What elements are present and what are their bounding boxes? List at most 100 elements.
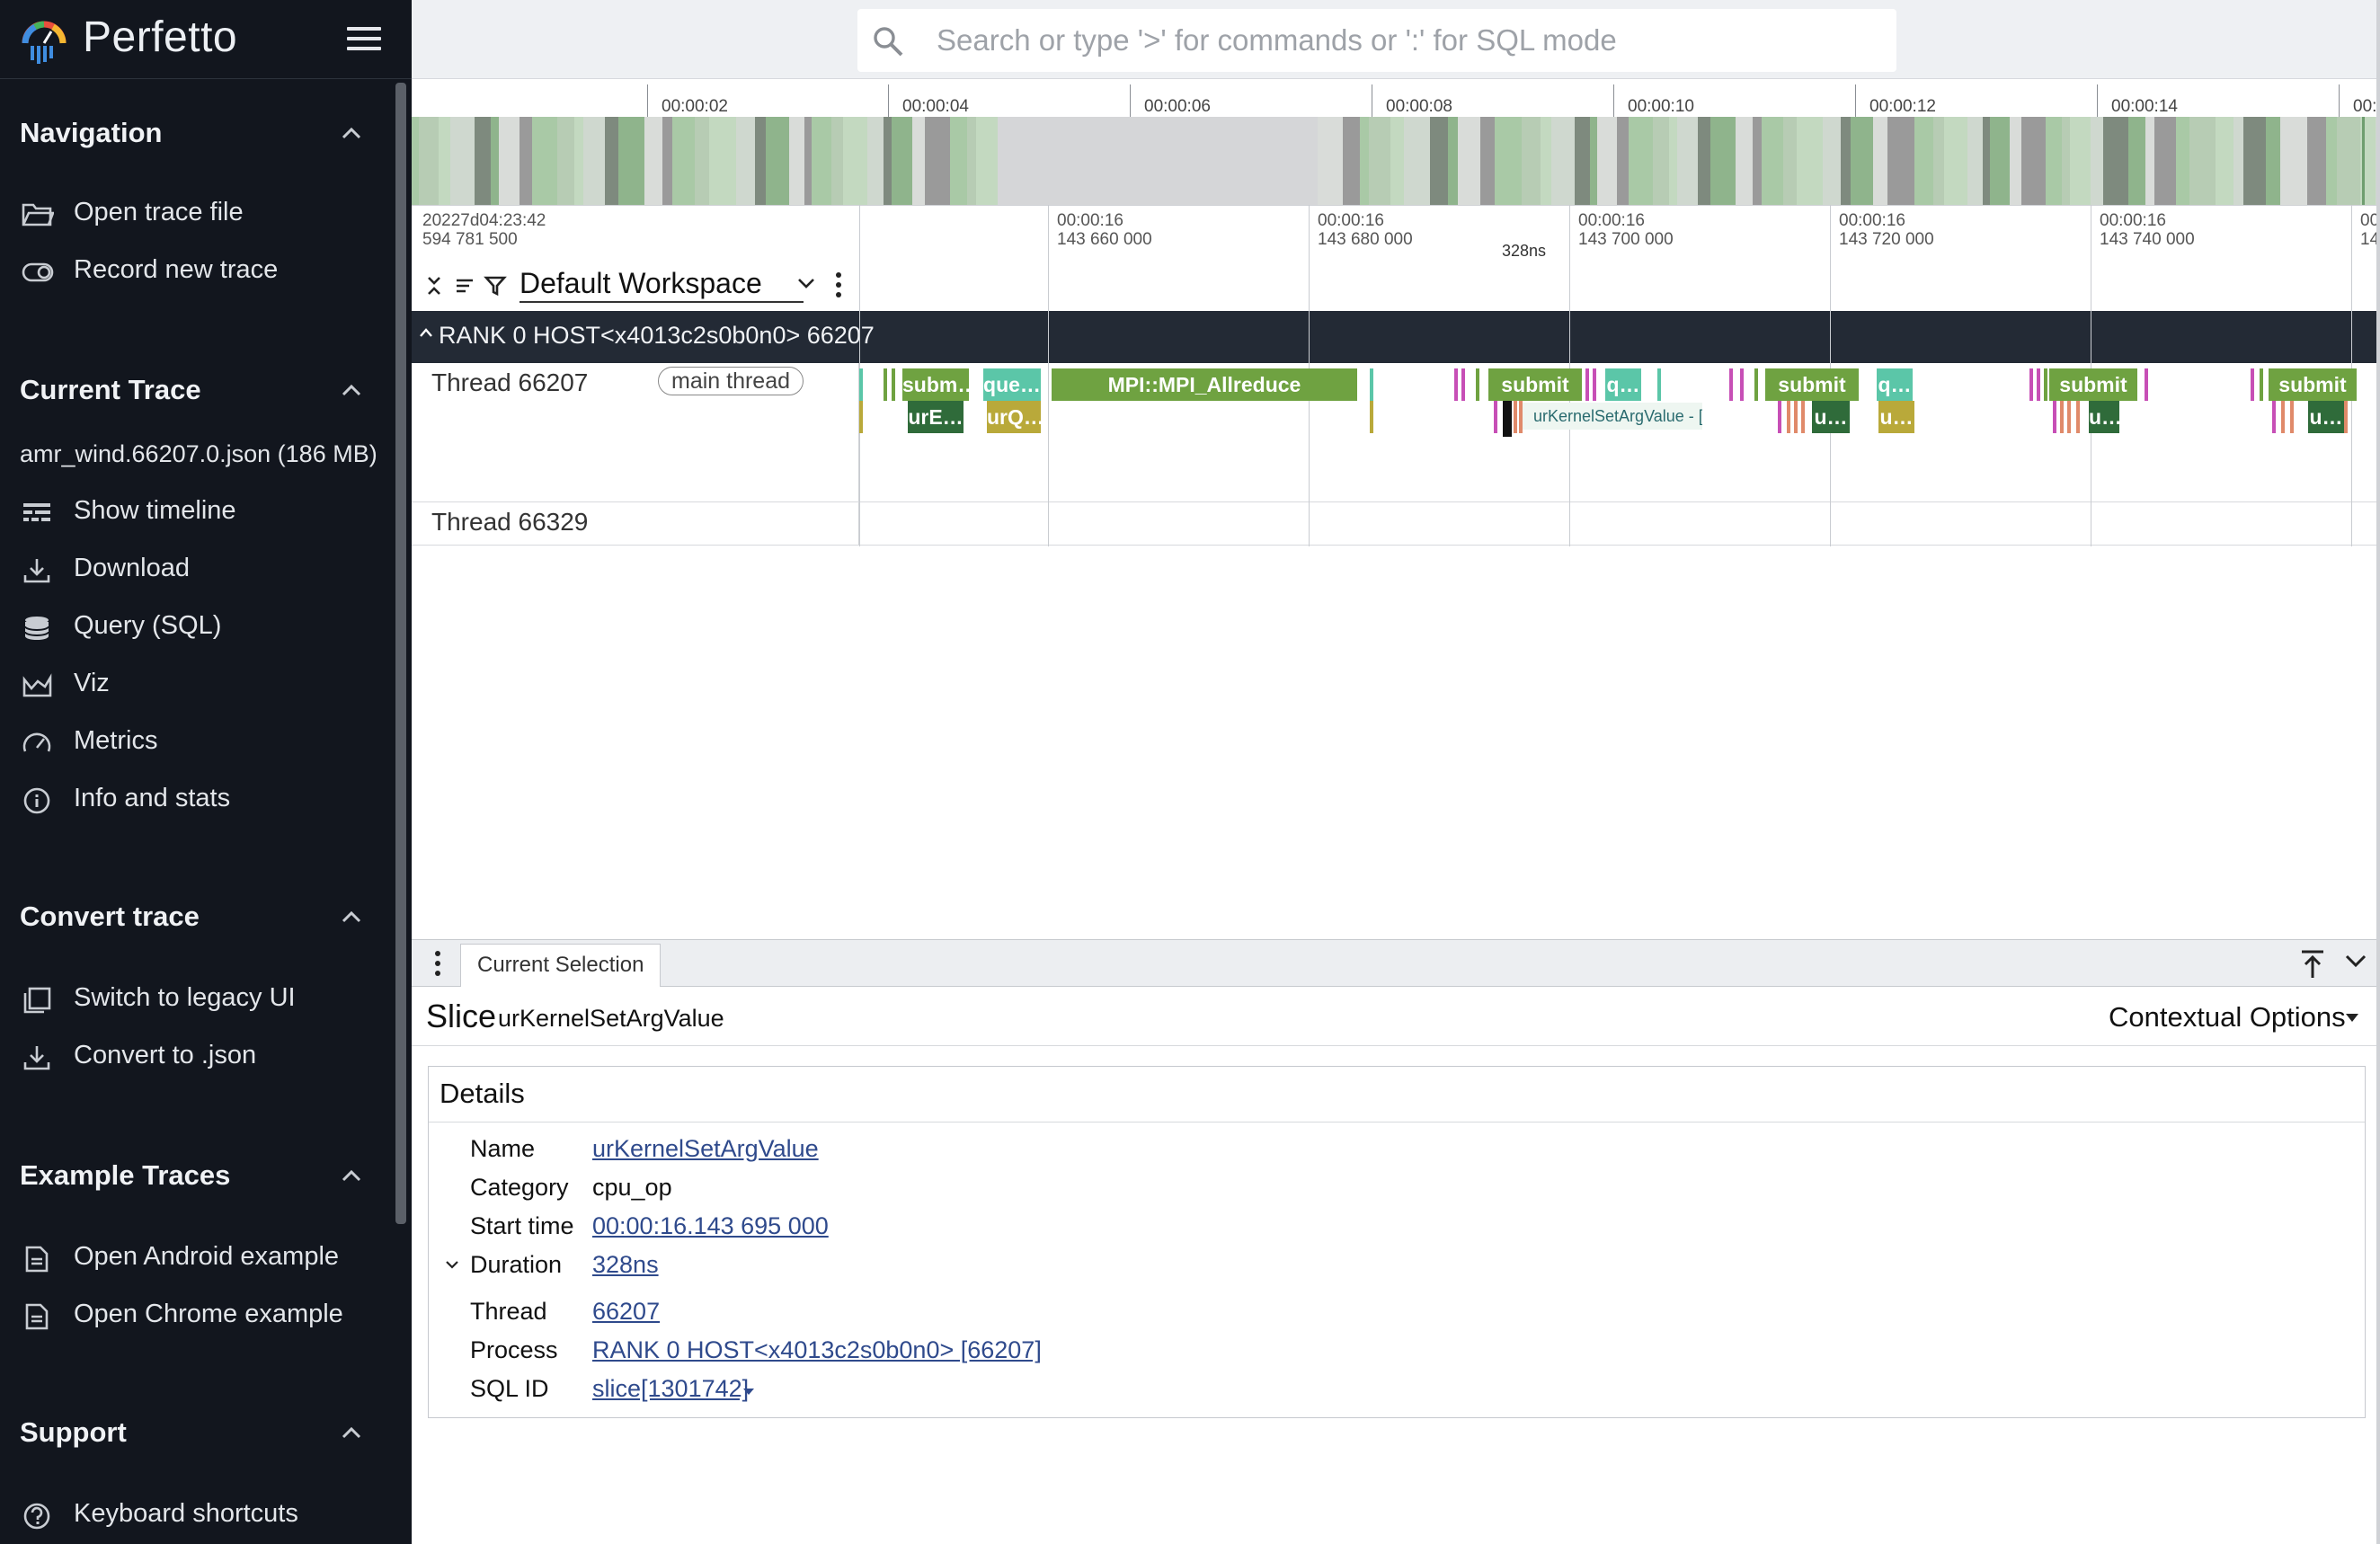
hamburger-icon[interactable] [347, 27, 381, 54]
chevron-down-icon[interactable] [2344, 951, 2367, 971]
search-input[interactable] [937, 9, 1871, 72]
maximize-panel-icon[interactable] [2299, 949, 2326, 980]
sidebar-item-metrics[interactable]: Metrics [0, 717, 386, 768]
slice-submit[interactable]: submit [2269, 368, 2357, 401]
slice-queue[interactable]: q… [1877, 368, 1913, 401]
slice-ur[interactable]: u… [1812, 401, 1850, 433]
detail-value-duration[interactable]: 328ns [592, 1251, 659, 1279]
sort-icon[interactable] [453, 274, 476, 297]
slice-tick[interactable] [1476, 368, 1479, 401]
section-title-convert-trace[interactable]: Convert trace [20, 901, 200, 933]
slice-tick[interactable] [1657, 368, 1661, 401]
slice-tick[interactable] [2290, 401, 2294, 433]
sidebar-item-open-android-example[interactable]: Open Android example [0, 1233, 386, 1283]
more-vert-icon[interactable] [433, 949, 442, 978]
detail-value-start-time[interactable]: 00:00:16.143 695 000 [592, 1212, 829, 1240]
selected-slice-label[interactable]: urKernelSetArgValue - [328ns] [1523, 403, 1702, 430]
contextual-options-button[interactable]: Contextual Options [2109, 1001, 2346, 1034]
slice-tick[interactable] [1778, 401, 1781, 433]
workspace-select[interactable]: Default Workspace [520, 267, 804, 303]
slice-tick[interactable] [2281, 401, 2285, 433]
slice-tick[interactable] [1461, 368, 1465, 401]
slice-tick[interactable] [1729, 368, 1733, 401]
sidebar-item-convert-to-json[interactable]: Convert to .json [0, 1032, 386, 1082]
omnibox[interactable] [857, 9, 1896, 72]
slice-tick[interactable] [2060, 401, 2064, 433]
slice-tick[interactable] [859, 401, 863, 433]
slice-queue[interactable]: q… [1605, 368, 1641, 401]
slice-tick[interactable] [1370, 401, 1373, 433]
chevron-up-icon[interactable] [338, 1424, 365, 1442]
slice-tick[interactable] [1801, 401, 1805, 433]
chevron-up-icon[interactable] [338, 124, 365, 142]
slice-tick[interactable] [859, 368, 863, 401]
slice-submit[interactable]: submit [2049, 368, 2137, 401]
slice-tick[interactable] [2044, 368, 2047, 401]
slice-tick[interactable] [2037, 368, 2040, 401]
slice-tick[interactable] [1454, 368, 1458, 401]
caret-down-icon[interactable] [743, 1389, 754, 1396]
chevron-down-icon[interactable] [796, 276, 816, 290]
sidebar-item-download[interactable]: Download [0, 545, 386, 595]
slice-tick[interactable] [1593, 368, 1596, 401]
sidebar-item-viz[interactable]: Viz [0, 660, 386, 710]
slice-queue[interactable]: que… [983, 368, 1041, 401]
slice-tick[interactable] [2029, 368, 2033, 401]
detail-value-sql-id[interactable]: slice[1301742] [592, 1375, 749, 1403]
slice-tick[interactable] [1740, 368, 1744, 401]
slice-tick[interactable] [2260, 368, 2263, 401]
slice-tick[interactable] [1514, 401, 1517, 433]
chevron-up-icon[interactable] [419, 327, 433, 338]
section-title-navigation[interactable]: Navigation [20, 117, 162, 149]
process-group-header[interactable]: RANK 0 HOST<x4013c2s0b0n0> 66207 [412, 311, 2380, 363]
sidebar-item-switch-to-legacy-ui[interactable]: Switch to legacy UI [0, 974, 386, 1025]
slice-tick[interactable] [2251, 368, 2254, 401]
section-title-example-traces[interactable]: Example Traces [20, 1159, 230, 1192]
slice-tick[interactable] [2272, 401, 2276, 433]
slice-tick[interactable] [884, 368, 887, 401]
time-ruler[interactable]: 00:00:02 00:00:04 00:00:06 00:00:08 00:0… [412, 79, 2380, 117]
sidebar-item-info-and-stats[interactable]: Info and stats [0, 775, 386, 825]
slice-submit[interactable]: submit [1488, 368, 1582, 401]
collapse-all-icon[interactable] [422, 274, 446, 297]
slice-tick[interactable] [1754, 368, 1758, 401]
sidebar-item-keyboard-shortcuts[interactable]: Keyboard shortcuts [0, 1490, 386, 1540]
slice-tick[interactable] [1787, 401, 1790, 433]
slice-ur[interactable]: u… [2089, 401, 2119, 433]
slice-tick[interactable] [1519, 401, 1523, 433]
tab-current-selection[interactable]: Current Selection [460, 944, 662, 987]
detail-value-name[interactable]: urKernelSetArgValue [592, 1135, 819, 1163]
thread-track-66329[interactable]: Thread 66329 [412, 502, 2380, 546]
chevron-down-icon[interactable] [445, 1259, 459, 1270]
slice-mpi-allreduce[interactable]: MPI::MPI_Allreduce [1052, 368, 1357, 401]
slice-ur[interactable]: u… [2308, 401, 2344, 433]
slice-tick[interactable] [2076, 401, 2080, 433]
chevron-up-icon[interactable] [338, 1167, 365, 1185]
chevron-up-icon[interactable] [338, 381, 365, 399]
sidebar-item-open-trace-file[interactable]: Open trace file [0, 189, 386, 239]
more-vert-icon[interactable] [834, 271, 843, 299]
slice-ur[interactable]: u… [1878, 401, 1914, 433]
section-title-support[interactable]: Support [20, 1416, 127, 1449]
sidebar-scrollbar[interactable] [395, 83, 406, 1224]
timeline-area[interactable]: 00:00:02 00:00:04 00:00:06 00:00:08 00:0… [412, 79, 2380, 942]
filter-icon[interactable] [484, 274, 507, 297]
sidebar-item-query-sql[interactable]: Query (SQL) [0, 602, 386, 652]
slice-tick[interactable] [2053, 401, 2056, 433]
slice-tick[interactable] [1494, 401, 1497, 433]
overview-viewport-marker[interactable] [2362, 117, 2365, 205]
slice-submit[interactable]: subm… [902, 368, 969, 401]
sidebar-item-open-chrome-example[interactable]: Open Chrome example [0, 1291, 386, 1341]
overview-heatmap[interactable] [412, 117, 2380, 205]
sidebar-item-show-timeline[interactable]: Show timeline [0, 487, 386, 537]
slice-tick[interactable] [892, 368, 895, 401]
section-title-current-trace[interactable]: Current Trace [20, 374, 201, 406]
slice-tick[interactable] [1585, 368, 1589, 401]
slice-urqueue[interactable]: urQ… [987, 401, 1041, 433]
detail-value-thread[interactable]: 66207 [592, 1298, 660, 1326]
chevron-up-icon[interactable] [338, 908, 365, 926]
slice-urenqueue[interactable]: urE… [908, 401, 964, 433]
slice-tick[interactable] [1370, 368, 1373, 401]
detail-value-process[interactable]: RANK 0 HOST<x4013c2s0b0n0> [66207] [592, 1336, 1042, 1364]
slice-tick[interactable] [2067, 401, 2071, 433]
